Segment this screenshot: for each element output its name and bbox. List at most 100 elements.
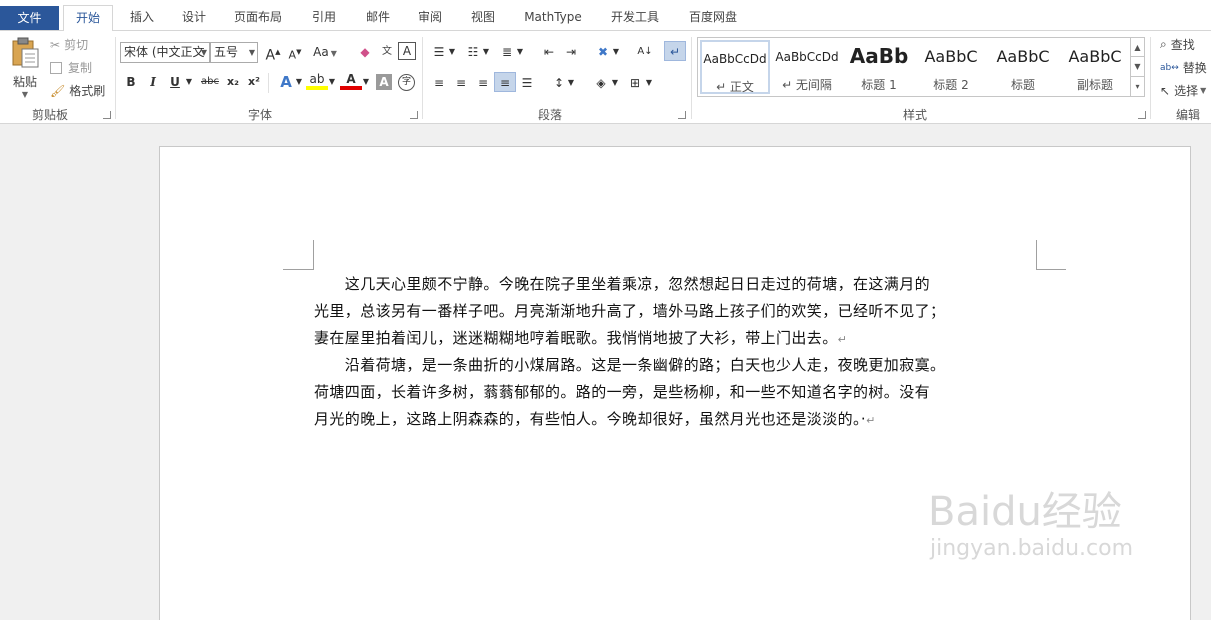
style-subtitle[interactable]: AaBbC 副标题 <box>1060 40 1130 94</box>
character-border-icon[interactable]: A <box>398 42 416 60</box>
font-color-icon[interactable]: A <box>340 72 362 90</box>
style-no-spacing[interactable]: AaBbCcDd ↵ 无间隔 <box>772 40 842 94</box>
highlight-dropdown-icon[interactable]: ▼ <box>327 72 337 92</box>
divider <box>422 37 423 119</box>
borders-dropdown-icon[interactable]: ▼ <box>644 73 654 93</box>
enclose-character-icon[interactable]: 字 <box>398 74 415 91</box>
style-heading-2[interactable]: AaBbC 标题 2 <box>916 40 986 94</box>
paragraph-launcher-icon[interactable] <box>678 111 686 119</box>
font-launcher-icon[interactable] <box>410 111 418 119</box>
style-sample: AaBbC <box>1068 47 1122 66</box>
subscript-button[interactable]: x₂ <box>222 72 244 92</box>
chevron-down-icon: ▼ <box>248 48 255 57</box>
paragraph-2[interactable]: 沿着荷塘，是一条曲折的小煤屑路。这是一条幽僻的路；白天也少人走，夜晚更加寂寞。 … <box>314 352 1036 434</box>
tab-baidu-netdisk[interactable]: 百度网盘 <box>682 5 744 31</box>
styles-launcher-icon[interactable] <box>1138 111 1146 119</box>
font-size-combo[interactable]: 五号 ▼ <box>210 42 258 63</box>
distributed-icon[interactable]: ☰ <box>516 73 538 93</box>
borders-icon[interactable]: ⊞ <box>624 73 646 93</box>
tab-mathtype[interactable]: MathType <box>518 5 588 31</box>
text-line: 月光的晚上，这路上阴森森的，有些怕人。今晚却很好，虽然月光也还是淡淡的。·↵ <box>314 406 1036 434</box>
shading-icon[interactable]: ◈ <box>590 73 612 93</box>
style-name: ↵ 无间隔 <box>782 78 832 92</box>
watermark-brand: Baidu经验 <box>928 489 1122 535</box>
find-button[interactable]: ⌕ 查找 <box>1160 36 1195 53</box>
italic-button[interactable]: I <box>142 72 164 92</box>
font-color-dropdown-icon[interactable]: ▼ <box>361 72 371 92</box>
tab-page-layout[interactable]: 页面布局 <box>228 5 288 31</box>
tab-references[interactable]: 引用 <box>304 5 344 31</box>
divider <box>691 37 692 119</box>
highlight-icon[interactable]: ab <box>306 72 328 90</box>
style-name: 标题 1 <box>861 78 897 92</box>
underline-button[interactable]: U <box>164 72 186 92</box>
style-normal[interactable]: AaBbCcDd ↵ 正文 <box>700 40 770 94</box>
find-label: 查找 <box>1170 38 1195 52</box>
cursor-arrow-icon: ↖ <box>1160 83 1171 98</box>
strikethrough-button[interactable]: abc <box>197 72 223 92</box>
underline-dropdown-icon[interactable]: ▼ <box>184 72 194 92</box>
text-effects-dropdown-icon[interactable]: ▼ <box>294 72 304 92</box>
cut-label: 剪切 <box>64 38 89 52</box>
style-sample: AaBbCcDd <box>703 52 767 66</box>
style-title[interactable]: AaBbC 标题 <box>988 40 1058 94</box>
shading-dropdown-icon[interactable]: ▼ <box>610 73 620 93</box>
show-marks-icon[interactable]: ↵ <box>664 41 686 61</box>
line-spacing-dropdown-icon[interactable]: ▼ <box>566 73 576 93</box>
align-left-icon[interactable]: ≡ <box>428 73 450 93</box>
font-size-value: 五号 <box>214 45 239 59</box>
copy-button[interactable]: 复制 <box>50 59 92 76</box>
increase-indent-icon[interactable]: ⇥ <box>560 42 582 62</box>
brush-icon: 🖌 <box>50 83 66 98</box>
ribbon-tab-bar: 文件 开始 插入 设计 页面布局 引用 邮件 审阅 视图 MathType 开发… <box>0 0 1211 32</box>
bold-button[interactable]: B <box>120 72 142 92</box>
text-line-content: 妻在屋里拍着闰儿，迷迷糊糊地哼着眠歌。我悄悄地披了大衫，带上门出去。 <box>314 329 838 347</box>
align-right-icon[interactable]: ≡ <box>472 73 494 93</box>
divider <box>115 37 116 119</box>
grow-font-button[interactable]: A▲ <box>262 42 284 64</box>
gallery-scroll-up-icon[interactable]: ▲ <box>1130 38 1144 57</box>
chinese-layout-dropdown-icon[interactable]: ▼ <box>611 42 621 62</box>
numbering-dropdown-icon[interactable]: ▼ <box>481 42 491 62</box>
phonetic-guide-icon[interactable]: 文 <box>376 42 398 62</box>
change-case-button[interactable]: Aa ▼ <box>310 42 340 62</box>
paste-button[interactable]: 粘贴 ▼ <box>6 35 44 101</box>
replace-button[interactable]: ab↔ 替换 <box>1160 59 1207 76</box>
align-center-icon[interactable]: ≡ <box>450 73 472 93</box>
style-heading-1[interactable]: AaBb 标题 1 <box>844 40 914 94</box>
cut-button[interactable]: ✂ 剪切 <box>50 36 88 53</box>
clipboard-launcher-icon[interactable] <box>103 111 111 119</box>
tab-review[interactable]: 审阅 <box>410 5 450 31</box>
font-name-combo[interactable]: 宋体 (中文正文 ▼ <box>120 42 210 63</box>
multilevel-list-dropdown-icon[interactable]: ▼ <box>515 42 525 62</box>
gallery-more-icon[interactable]: ▾ <box>1130 77 1144 96</box>
paste-dropdown-icon[interactable]: ▼ <box>22 90 28 99</box>
tab-file[interactable]: 文件 <box>0 6 59 30</box>
select-label: 选择 <box>1174 84 1199 98</box>
clear-formatting-icon[interactable]: ◆ <box>354 42 376 62</box>
tab-design[interactable]: 设计 <box>174 5 214 31</box>
clipboard-group-label: 剪贴板 <box>31 108 68 122</box>
superscript-button[interactable]: x² <box>243 72 265 92</box>
gallery-scroll-down-icon[interactable]: ▼ <box>1130 57 1144 77</box>
format-painter-button[interactable]: 🖌 格式刷 <box>50 82 105 99</box>
text-line: 妻在屋里拍着闰儿，迷迷糊糊地哼着眠歌。我悄悄地披了大衫，带上门出去。↵ <box>314 325 1036 353</box>
shrink-font-button[interactable]: A▼ <box>284 42 306 62</box>
tab-mailings[interactable]: 邮件 <box>358 5 398 31</box>
select-button[interactable]: ↖ 选择 ▼ <box>1160 82 1206 99</box>
tab-home[interactable]: 开始 <box>63 5 113 32</box>
shrink-font-label: A <box>288 48 297 62</box>
character-shading-icon[interactable]: A <box>376 74 392 90</box>
text-line: 荷塘四面，长着许多树，蓊蓊郁郁的。路的一旁，是些杨柳，和一些不知道名字的树。没有 <box>314 383 931 401</box>
decrease-indent-icon[interactable]: ⇤ <box>538 42 560 62</box>
style-name: 标题 2 <box>933 78 969 92</box>
tab-developer[interactable]: 开发工具 <box>604 5 666 31</box>
style-name: 副标题 <box>1076 78 1113 92</box>
tab-insert[interactable]: 插入 <box>122 5 162 31</box>
style-sample: AaBbC <box>996 47 1050 66</box>
tab-view[interactable]: 视图 <box>463 5 503 31</box>
bullets-dropdown-icon[interactable]: ▼ <box>447 42 457 62</box>
paragraph-1[interactable]: 这几天心里颇不宁静。今晚在院子里坐着乘凉，忽然想起日日走过的荷塘，在这满月的 光… <box>314 271 1036 353</box>
sort-icon[interactable]: A↓ <box>634 42 656 62</box>
justify-icon[interactable]: ≡ <box>494 72 516 92</box>
